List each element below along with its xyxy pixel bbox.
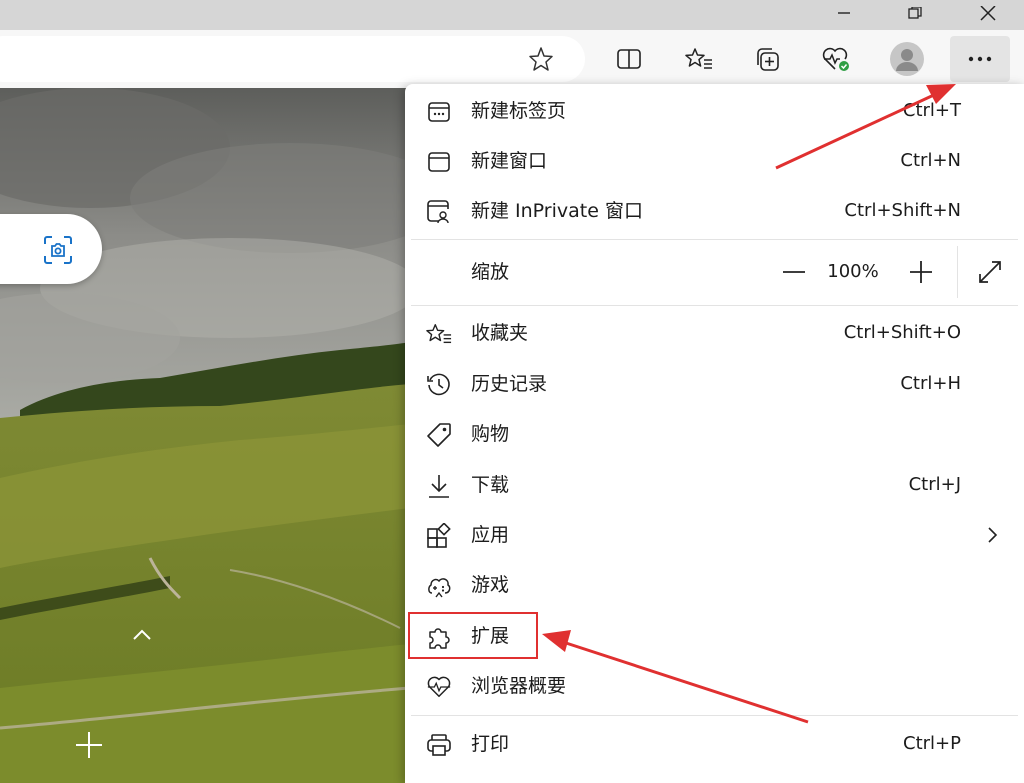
menu-item-label: 新建窗口 xyxy=(471,150,548,172)
menu-item-shortcut: Ctrl+H xyxy=(900,373,961,394)
favorites-list-button[interactable] xyxy=(679,39,719,79)
address-bar[interactable] xyxy=(0,36,585,82)
menu-item-print[interactable]: 打印 Ctrl+P xyxy=(405,719,1024,769)
minimize-icon xyxy=(838,12,850,14)
zoom-in-button[interactable] xyxy=(901,247,941,297)
games-icon xyxy=(426,573,452,599)
browser-essentials-button[interactable] xyxy=(816,39,856,79)
menu-item-label: 购物 xyxy=(471,423,510,445)
menu-item-label: 历史记录 xyxy=(471,373,548,395)
shopping-tag-icon xyxy=(426,422,452,448)
menu-item-shortcut: Ctrl+P xyxy=(903,733,961,754)
close-button[interactable] xyxy=(960,0,1016,30)
full-screen-button[interactable] xyxy=(970,247,1010,297)
add-shortcut-button[interactable] xyxy=(74,730,104,760)
minimize-button[interactable] xyxy=(816,0,872,30)
browser-essentials-icon xyxy=(822,47,849,71)
menu-item-label: 新建 InPrivate 窗口 xyxy=(471,200,643,222)
inprivate-window-icon xyxy=(426,199,452,225)
menu-item-downloads[interactable]: 下载 Ctrl+J xyxy=(405,460,1024,510)
search-box[interactable] xyxy=(0,214,102,284)
more-icon xyxy=(968,56,992,62)
menu-item-shortcut: Ctrl+T xyxy=(902,100,961,121)
settings-menu: 新建标签页 Ctrl+T 新建窗口 Ctrl+N 新建 InPrivate 窗口… xyxy=(405,84,1024,783)
chevron-right-icon xyxy=(986,526,998,548)
favorites-icon xyxy=(426,321,452,347)
browser-essentials-heart-icon xyxy=(426,674,452,700)
menu-divider xyxy=(411,305,1018,306)
menu-item-shopping[interactable]: 购物 xyxy=(405,409,1024,459)
new-window-icon xyxy=(426,149,452,175)
visual-search-icon xyxy=(44,236,72,264)
menu-item-label: 打印 xyxy=(471,733,510,755)
chevron-up-icon xyxy=(133,629,151,640)
history-icon xyxy=(426,372,452,398)
collections-icon xyxy=(757,48,779,71)
more-button[interactable] xyxy=(950,36,1010,82)
menu-item-favorites[interactable]: 收藏夹 Ctrl+Shift+O xyxy=(405,308,1024,358)
plus-icon xyxy=(910,261,932,283)
menu-item-label: 浏览器概要 xyxy=(471,675,567,697)
menu-item-label: 游戏 xyxy=(471,574,510,596)
menu-item-shortcut: Ctrl+J xyxy=(908,474,961,495)
close-icon xyxy=(980,6,996,21)
split-screen-icon xyxy=(617,49,641,69)
full-screen-icon xyxy=(979,261,1001,283)
menu-item-history[interactable]: 历史记录 Ctrl+H xyxy=(405,359,1024,409)
menu-item-shortcut: Ctrl+Shift+N xyxy=(844,200,961,221)
menu-item-shortcut: Ctrl+Shift+O xyxy=(843,322,961,343)
menu-item-label: 下载 xyxy=(471,474,510,496)
menu-item-browser-essentials[interactable]: 浏览器概要 xyxy=(405,661,1024,711)
plus-icon xyxy=(76,732,102,758)
menu-divider xyxy=(411,715,1018,716)
split-screen-button[interactable] xyxy=(609,39,649,79)
menu-item-label: 应用 xyxy=(471,524,510,546)
printer-icon xyxy=(426,732,452,758)
menu-item-games[interactable]: 游戏 xyxy=(405,560,1024,610)
profile-button[interactable] xyxy=(887,39,927,79)
menu-item-apps[interactable]: 应用 xyxy=(405,510,1024,560)
profile-avatar-icon xyxy=(890,42,924,76)
expand-feed-button[interactable] xyxy=(132,628,152,642)
browser-toolbar xyxy=(0,30,1024,88)
title-bar xyxy=(0,0,1024,30)
menu-item-new-inprivate-window[interactable]: 新建 InPrivate 窗口 Ctrl+Shift+N xyxy=(405,186,1024,236)
favorite-star-icon xyxy=(529,47,553,71)
collections-button[interactable] xyxy=(747,39,787,79)
apps-icon xyxy=(426,523,452,549)
zoom-level: 100% xyxy=(827,261,879,282)
restore-button[interactable] xyxy=(886,0,942,30)
menu-divider xyxy=(411,239,1018,240)
menu-item-new-window[interactable]: 新建窗口 Ctrl+N xyxy=(405,136,1024,186)
menu-item-label: 缩放 xyxy=(471,261,510,283)
new-tab-icon xyxy=(426,99,452,125)
favorite-star-button[interactable] xyxy=(528,46,554,76)
minus-icon xyxy=(783,271,805,273)
visual-search-button[interactable] xyxy=(43,235,73,265)
menu-item-shortcut: Ctrl+N xyxy=(900,150,961,171)
menu-item-zoom: 缩放 100% xyxy=(405,246,1024,298)
extensions-highlight-box xyxy=(408,612,538,659)
menu-item-label: 收藏夹 xyxy=(471,322,529,344)
menu-item-label: 新建标签页 xyxy=(471,100,567,122)
restore-icon xyxy=(908,7,922,19)
zoom-separator xyxy=(957,246,958,298)
zoom-out-button[interactable] xyxy=(774,247,814,297)
favorites-list-icon xyxy=(685,48,712,69)
download-icon xyxy=(426,473,452,499)
menu-item-new-tab[interactable]: 新建标签页 Ctrl+T xyxy=(405,86,1024,136)
